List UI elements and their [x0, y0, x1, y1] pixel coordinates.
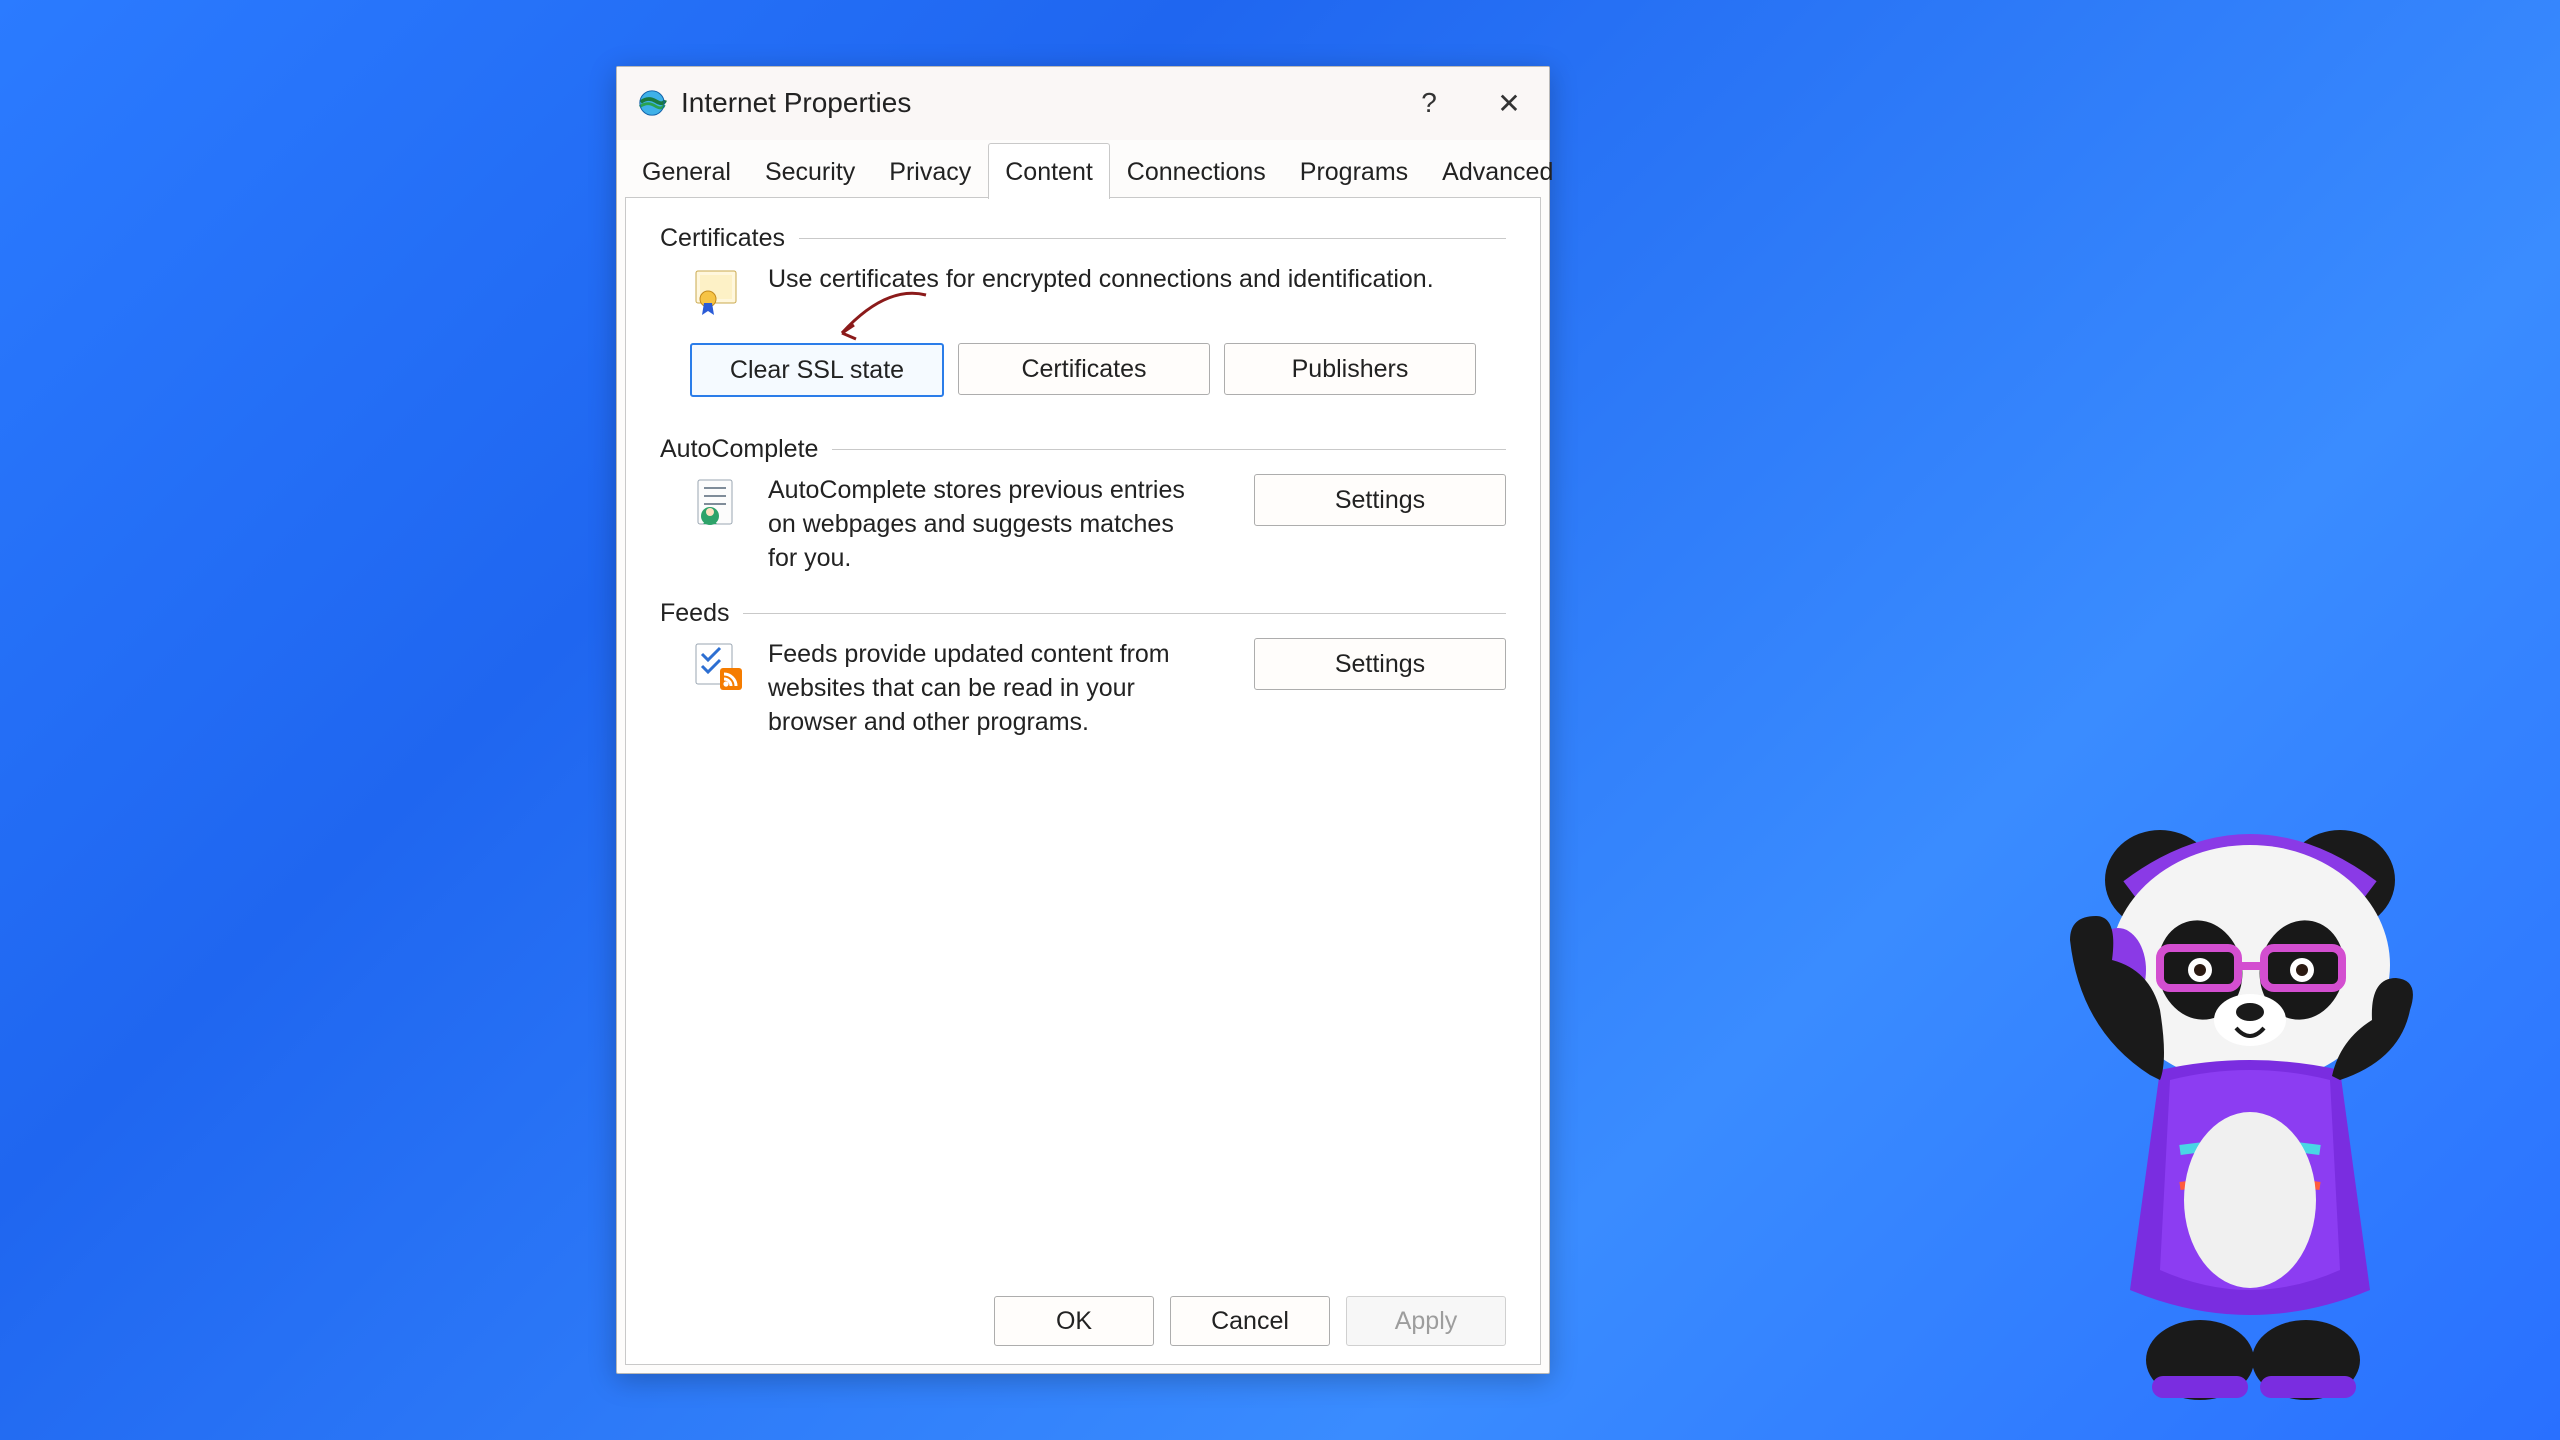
dialog-button-bar: OK Cancel Apply [660, 1278, 1506, 1346]
autocomplete-label: AutoComplete [660, 435, 818, 464]
certificates-group-header: Certificates [660, 224, 1506, 253]
tab-programs[interactable]: Programs [1283, 143, 1425, 199]
certificate-icon [690, 263, 746, 319]
autocomplete-settings-button[interactable]: Settings [1254, 474, 1506, 526]
desktop-background: Internet Properties ? ✕ General Security… [0, 0, 2560, 1440]
certificates-button[interactable]: Certificates [958, 343, 1210, 395]
autocomplete-group-header: AutoComplete [660, 435, 1506, 464]
titlebar: Internet Properties ? ✕ [617, 67, 1549, 140]
autocomplete-description: AutoComplete stores previous entries on … [768, 474, 1198, 575]
close-icon: ✕ [1497, 87, 1520, 120]
certificates-description: Use certificates for encrypted connectio… [768, 263, 1434, 297]
autocomplete-row: AutoComplete stores previous entries on … [660, 474, 1506, 575]
cancel-button[interactable]: Cancel [1170, 1296, 1330, 1346]
help-button[interactable]: ? [1389, 67, 1469, 139]
internet-properties-dialog: Internet Properties ? ✕ General Security… [616, 66, 1550, 1374]
tab-content[interactable]: Content [988, 143, 1110, 199]
window-title: Internet Properties [681, 87, 1389, 119]
tab-security[interactable]: Security [748, 143, 872, 199]
tab-connections[interactable]: Connections [1110, 143, 1283, 199]
ok-button[interactable]: OK [994, 1296, 1154, 1346]
feeds-group-header: Feeds [660, 599, 1506, 628]
certificates-label: Certificates [660, 224, 785, 253]
apply-button[interactable]: Apply [1346, 1296, 1506, 1346]
tab-strip: General Security Privacy Content Connect… [617, 140, 1549, 198]
clear-ssl-state-button[interactable]: Clear SSL state [690, 343, 944, 397]
tab-general[interactable]: General [625, 143, 748, 199]
content-panel: Certificates Use certificates for encryp… [625, 198, 1541, 1365]
tab-privacy[interactable]: Privacy [872, 143, 988, 199]
panda-mascot [2040, 820, 2470, 1430]
feeds-label: Feeds [660, 599, 729, 628]
internet-options-icon [637, 88, 667, 118]
close-button[interactable]: ✕ [1469, 67, 1549, 139]
tab-advanced[interactable]: Advanced [1425, 143, 1570, 199]
feeds-description: Feeds provide updated content from websi… [768, 638, 1188, 739]
autocomplete-icon [690, 474, 746, 530]
certificates-buttons: Clear SSL state Certificates Publishers [690, 343, 1506, 397]
help-icon: ? [1421, 87, 1437, 119]
feeds-settings-button[interactable]: Settings [1254, 638, 1506, 690]
feeds-icon [690, 638, 746, 694]
publishers-button[interactable]: Publishers [1224, 343, 1476, 395]
feeds-row: Feeds provide updated content from websi… [660, 638, 1506, 739]
certificates-row: Use certificates for encrypted connectio… [660, 263, 1506, 319]
